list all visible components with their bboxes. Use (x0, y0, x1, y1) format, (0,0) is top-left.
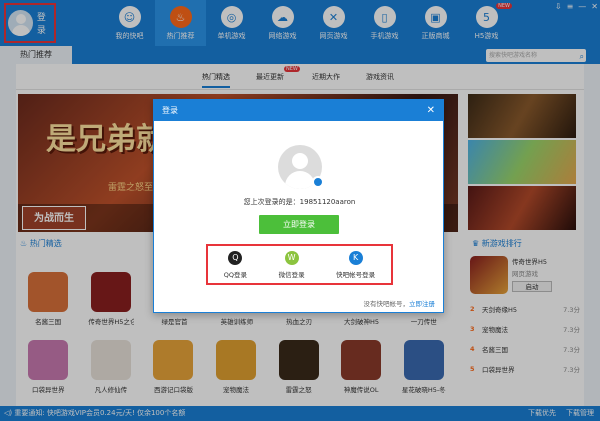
login-option[interactable]: Q QQ登录 (223, 250, 248, 279)
register-link[interactable]: 立即注册 (409, 300, 435, 308)
account-badge-icon (312, 176, 324, 188)
login-option-label: 快吧帐号登录 (336, 270, 376, 279)
close-icon[interactable]: ✕ (427, 100, 435, 121)
wechat-icon[interactable]: W (284, 250, 299, 265)
qq-icon[interactable]: Q (228, 250, 243, 265)
dialog-title: 登录 (162, 106, 178, 115)
login-option-label: QQ登录 (223, 270, 248, 279)
login-option[interactable]: K 快吧帐号登录 (336, 250, 376, 279)
last-login-text: 您上次登录的是：19851120aaron (243, 198, 356, 206)
login-now-button[interactable]: 立即登录 (259, 215, 339, 234)
login-option[interactable]: W 微信登录 (278, 250, 305, 279)
dialog-header: 登录 ✕ (154, 100, 443, 121)
register-prompt: 没有快吧帐号，立即注册 (363, 300, 436, 308)
kuaiba-icon[interactable]: K (348, 250, 363, 265)
login-dialog: 登录 ✕ 您上次登录的是：19851120aaron 立即登录 Q QQ登录 W 微信… (153, 99, 444, 313)
third-party-login: Q QQ登录 W 微信登录 K 快吧帐号登录 (206, 244, 393, 285)
login-option-label: 微信登录 (278, 270, 305, 279)
